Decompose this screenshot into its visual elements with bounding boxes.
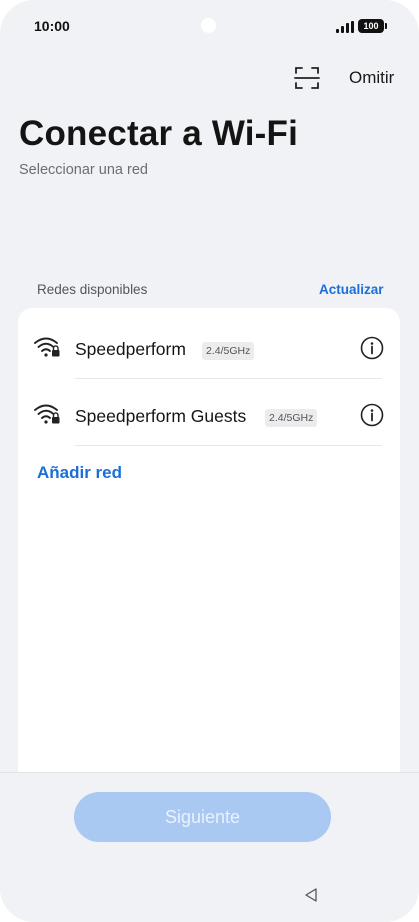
wifi-lock-icon [34, 404, 60, 424]
page-subtitle: Seleccionar una red [19, 162, 148, 178]
status-time: 10:00 [34, 18, 70, 34]
network-item[interactable]: Speedperform Guests 2.4/5GHz [18, 379, 400, 446]
network-band-badge: 2.4/5GHz [265, 409, 318, 427]
nav-back-icon[interactable] [303, 887, 319, 903]
network-name: Speedperform Guests [75, 406, 247, 426]
scan-icon[interactable] [294, 65, 320, 91]
skip-button[interactable]: Omitir [349, 68, 394, 88]
page-title: Conectar a Wi-Fi [19, 114, 299, 153]
network-name: Speedperform [75, 339, 186, 359]
network-list-card: Speedperform 2.4/5GHz Speedperform Guest… [18, 308, 400, 788]
network-item[interactable]: Speedperform 2.4/5GHz [18, 312, 400, 379]
divider [75, 445, 382, 446]
camera-cutout [201, 18, 216, 33]
phone-screen: 10:00 100 Omitir Conectar a Wi-Fi Selecc… [0, 0, 419, 922]
status-bar: 10:00 100 [0, 0, 419, 52]
signal-icon [336, 21, 354, 33]
available-networks-label: Redes disponibles [37, 282, 148, 297]
refresh-button[interactable]: Actualizar [319, 282, 384, 297]
info-icon[interactable] [360, 336, 384, 360]
info-icon[interactable] [360, 403, 384, 427]
wifi-lock-icon [34, 337, 60, 357]
network-band-badge: 2.4/5GHz [202, 342, 255, 360]
next-button[interactable]: Siguiente [74, 792, 331, 842]
add-network-button[interactable]: Añadir red [37, 463, 122, 483]
battery-icon: 100 [358, 19, 387, 33]
